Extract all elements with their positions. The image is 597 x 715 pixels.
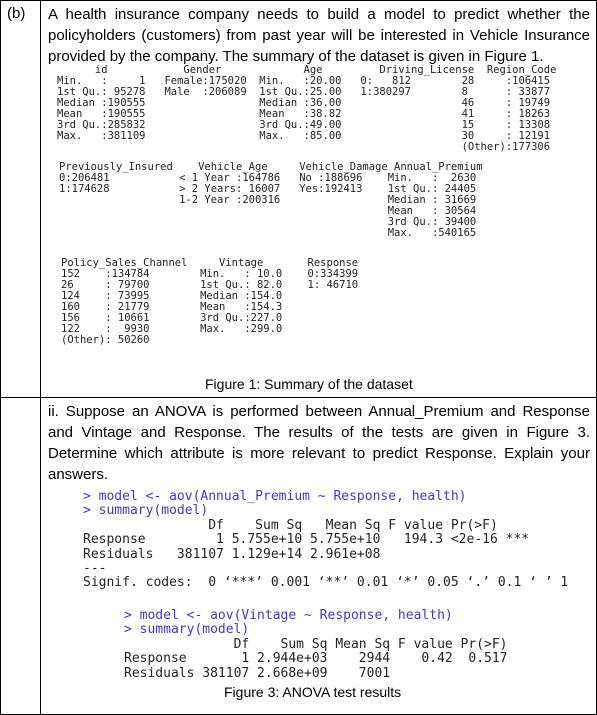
column-divider [40,0,41,715]
figure1-caption: Figure 1: Summary of the dataset [205,376,413,392]
code-line: (Other): 50260 [61,334,150,346]
code-line: Response 1 2.944e+03 2944 0.42 0.517 [124,651,508,667]
summary-block-3: Policy_Sales_Channel Vintage Response 152… [61,258,358,346]
code-line: --- [83,560,107,576]
row-divider [0,397,597,398]
code-line: > summary(model) [83,503,209,519]
code-line: Df Sum Sq Mean Sq F value Pr(>F) [83,518,498,533]
code-line: > model <- aov(Annual_Premium ~ Response… [83,489,467,504]
anova1-commands: > model <- aov(Annual_Premium ~ Response… [83,489,467,519]
code-line: > summary(model) [124,622,250,638]
code-line: Df Sum Sq Mean Sq F value Pr(>F) [124,637,508,652]
code-line: Residuals 381107 2.668e+09 7001 [124,665,391,681]
anova2-output: Df Sum Sq Mean Sq F value Pr(>F) Response… [124,637,508,681]
anova1-output: Df Sum Sq Mean Sq F value Pr(>F) Response… [83,518,569,591]
question-intro: A health insurance company needs to buil… [48,6,590,65]
code-line: Residuals 381107 1.129e+14 2.961e+08 [83,546,381,562]
code-line: Max. :540165 [59,227,477,239]
figure3-caption: Figure 3: ANOVA test results [224,684,402,700]
anova2-commands: > model <- aov(Vintage ~ Response, healt… [124,608,453,638]
question-label: (b) [7,5,26,22]
code-line: Signif. codes: 0 ‘***’ 0.001 ‘**’ 0.01 ‘… [83,575,569,591]
summary-block-1: id Gender Age Driving_License Region_Cod… [57,65,556,153]
question-ii: ii. Suppose an ANOVA is performed betwee… [48,403,590,483]
summary-block-2: Previously_Insured Vehicle_Age Vehicle_D… [59,162,483,239]
code-line: (Other):177306 [57,141,551,153]
code-line: > model <- aov(Vintage ~ Response, healt… [124,608,453,623]
code-line: Response 1 5.755e+10 5.755e+10 194.3 <2e… [83,532,530,548]
